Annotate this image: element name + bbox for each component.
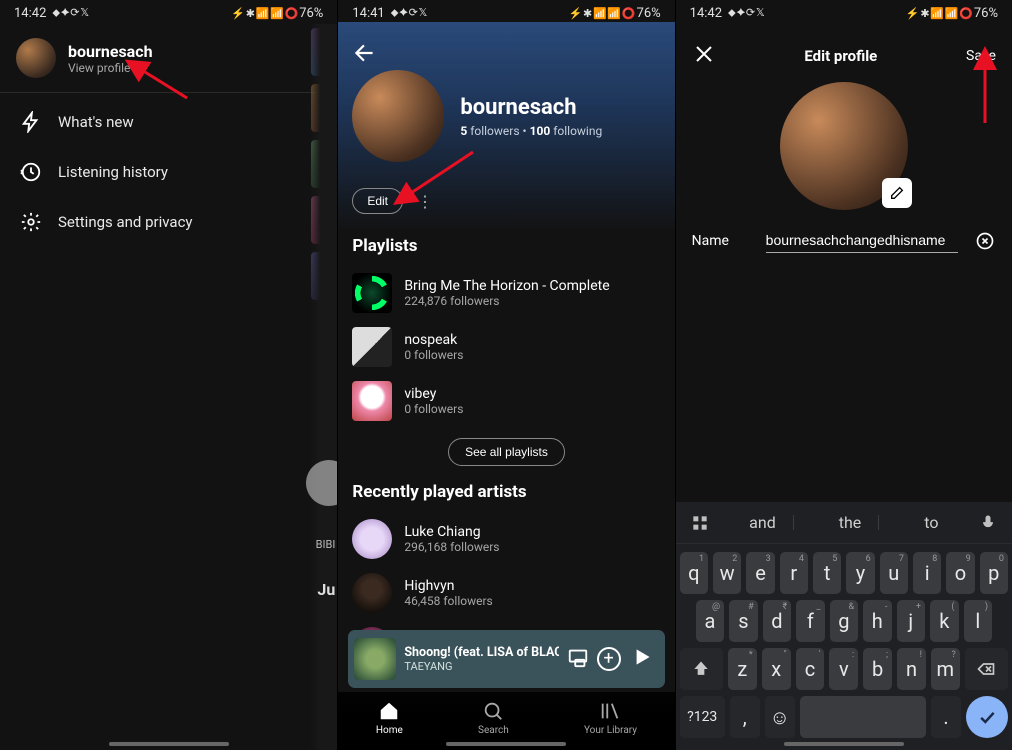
menu-settings[interactable]: Settings and privacy [0,197,337,247]
background-circle [306,460,337,506]
nav-search[interactable]: Search [478,700,509,736]
key-q[interactable]: q1 [680,552,708,594]
see-all-playlists[interactable]: See all playlists [448,438,565,466]
key-g[interactable]: g& [830,600,858,642]
save-button[interactable]: Save [966,48,996,64]
bolt-icon [20,111,42,133]
key-c[interactable]: c' [796,648,825,690]
enter-key[interactable] [966,696,1008,738]
key-y[interactable]: y6 [846,552,874,594]
profile-header[interactable]: bournesach View profile [0,24,337,92]
home-indicator [446,742,566,746]
key-e[interactable]: e3 [746,552,774,594]
key-o[interactable]: o9 [946,552,974,594]
key-d[interactable]: d₹ [763,600,791,642]
clear-icon[interactable] [974,230,996,252]
key-z[interactable]: z* [728,648,757,690]
now-playing-bar[interactable]: Shoong! (feat. LISA of BLACKPINK) TAEYAN… [348,630,664,688]
artist-item[interactable]: Highvyn46,458 followers [352,566,660,620]
username: bournesach [68,42,153,61]
emoji-key[interactable]: ☺ [765,696,795,738]
panel-edit-profile: 14:42⬥ ✦ ⟳ 𝕏 ⚡ ✱ 📶 📶 ⭕76% Edit profile S… [675,0,1012,750]
artist-item[interactable]: Luke Chiang296,168 followers [352,512,660,566]
kb-mic-icon[interactable] [970,505,1006,541]
name-input[interactable] [766,228,958,253]
menu-listening-history[interactable]: Listening history [0,147,337,197]
key-b[interactable]: b; [863,648,892,690]
key-t[interactable]: t5 [813,552,841,594]
key-r[interactable]: r4 [780,552,808,594]
player-thumb [354,638,396,680]
menu-whats-new[interactable]: What's new [0,97,337,147]
home-indicator [784,742,904,746]
play-icon[interactable] [629,644,655,674]
history-icon [20,161,42,183]
more-icon[interactable]: ⋮ [417,192,435,211]
page-title: Edit profile [804,47,877,65]
key-i[interactable]: i8 [913,552,941,594]
cast-icon[interactable] [567,646,589,672]
nav-home[interactable]: Home [376,700,403,736]
back-button[interactable] [352,40,378,70]
gear-icon [20,211,42,233]
status-bar: 14:42⬥ ✦ ⟳ 𝕏 ⚡ ✱ 📶 📶 ⭕76% [0,0,337,24]
space-key[interactable] [800,696,926,738]
key-h[interactable]: h- [863,600,891,642]
comma-key[interactable]: , [730,696,760,738]
shift-key[interactable] [680,648,723,690]
symbols-key[interactable]: ?123 [680,696,725,738]
key-n[interactable]: n! [897,648,926,690]
panel-profile: 14:41⬥ ✦ ⟳ 𝕏 ⚡ ✱ 📶 📶 ⭕76% bournesach 5 f… [337,0,674,750]
edit-photo-button[interactable] [882,178,912,208]
name-label: Name [692,233,750,249]
status-bar: 14:42⬥ ✦ ⟳ 𝕏 ⚡ ✱ 📶 📶 ⭕76% [676,0,1012,24]
follow-stats[interactable]: 5 followers • 100 following [460,124,602,138]
playlist-item[interactable]: vibey0 followers [352,374,660,428]
view-profile-link[interactable]: View profile [68,61,153,75]
divider [0,92,337,93]
key-x[interactable]: x" [762,648,791,690]
key-l[interactable]: l) [964,600,992,642]
section-recent-artists: Recently played artists [352,482,660,502]
key-w[interactable]: w2 [713,552,741,594]
key-f[interactable]: f_ [796,600,824,642]
key-u[interactable]: u7 [880,552,908,594]
panel-sidebar: 14:42⬥ ✦ ⟳ 𝕏 ⚡ ✱ 📶 📶 ⭕76% bournesach Vie… [0,0,337,750]
section-playlists: Playlists [352,236,660,256]
key-j[interactable]: j+ [897,600,925,642]
key-m[interactable]: m? [931,648,960,690]
key-p[interactable]: p0 [980,552,1008,594]
backspace-key[interactable] [965,648,1008,690]
edit-button[interactable]: Edit [352,188,403,214]
avatar [16,38,56,78]
keyboard: and the to q1w2e3r4t5y6u7i8o9p0 a@s#d₹f_… [676,502,1012,750]
username: bournesach [460,95,602,120]
status-bar: 14:41⬥ ✦ ⟳ 𝕏 ⚡ ✱ 📶 📶 ⭕76% [338,0,674,24]
key-a[interactable]: a@ [696,600,724,642]
kb-suggestions[interactable]: and the to [718,513,970,532]
home-indicator [109,742,229,746]
avatar[interactable] [352,70,444,162]
close-button[interactable] [692,42,716,70]
period-key[interactable]: . [931,696,961,738]
background-tiles [311,28,337,300]
key-k[interactable]: k( [930,600,958,642]
kb-grid-icon[interactable] [682,505,718,541]
key-s[interactable]: s# [729,600,757,642]
key-v[interactable]: v: [829,648,858,690]
nav-library[interactable]: Your Library [584,700,637,736]
add-icon[interactable]: + [597,647,621,671]
playlist-item[interactable]: nospeak0 followers [352,320,660,374]
playlist-item[interactable]: Bring Me The Horizon - Complete224,876 f… [352,266,660,320]
